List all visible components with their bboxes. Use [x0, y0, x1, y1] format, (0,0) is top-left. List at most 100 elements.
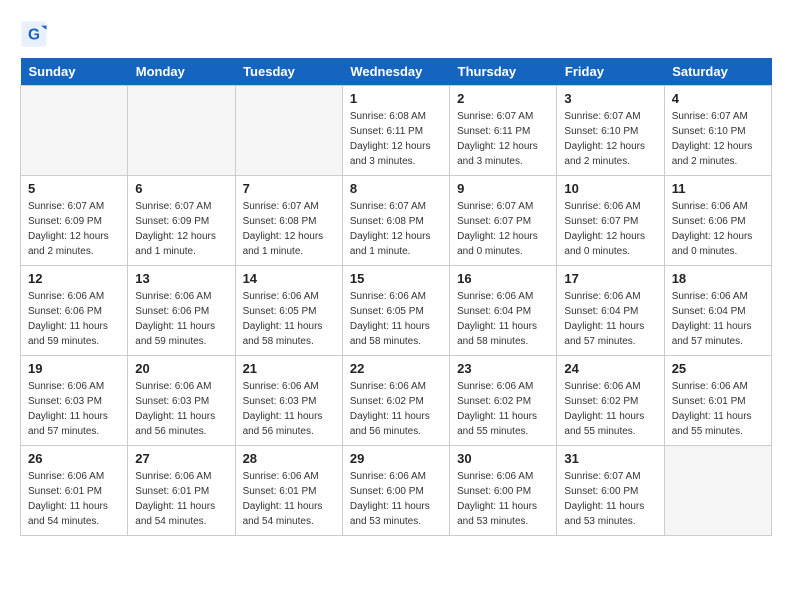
calendar-cell: 11 Sunrise: 6:06 AM Sunset: 6:06 PM Dayli…: [664, 176, 771, 266]
day-header-thursday: Thursday: [450, 58, 557, 86]
calendar-week-1: 5Sunrise: 6:07 AM Sunset: 6:09 PM Daylig…: [21, 176, 772, 266]
logo-icon: G: [20, 20, 48, 48]
day-info: Sunrise: 6:06 AM Sunset: 6:03 PM Dayligh…: [243, 379, 335, 439]
calendar-cell: 24 Sunrise: 6:06 AM Sunset: 6:02 PM Dayli…: [557, 356, 664, 446]
day-info: Sunrise: 6:06 AM Sunset: 6:03 PM Dayligh…: [28, 379, 120, 439]
day-number: 1: [350, 91, 442, 106]
calendar-cell: 6Sunrise: 6:07 AM Sunset: 6:09 PM Daylig…: [128, 176, 235, 266]
day-header-tuesday: Tuesday: [235, 58, 342, 86]
calendar-cell: 23 Sunrise: 6:06 AM Sunset: 6:02 PM Dayli…: [450, 356, 557, 446]
day-header-saturday: Saturday: [664, 58, 771, 86]
calendar-cell: 20 Sunrise: 6:06 AM Sunset: 6:03 PM Dayli…: [128, 356, 235, 446]
day-number: 29: [350, 451, 442, 466]
calendar-cell: 3 Sunrise: 6:07 AM Sunset: 6:10 PM Daylig…: [557, 86, 664, 176]
day-number: 19: [28, 361, 120, 376]
day-header-friday: Friday: [557, 58, 664, 86]
calendar-cell: 7Sunrise: 6:07 AM Sunset: 6:08 PM Daylig…: [235, 176, 342, 266]
calendar-cell: 14 Sunrise: 6:06 AM Sunset: 6:05 PM Dayli…: [235, 266, 342, 356]
calendar-cell: 18 Sunrise: 6:06 AM Sunset: 6:04 PM Dayli…: [664, 266, 771, 356]
calendar-week-4: 26 Sunrise: 6:06 AM Sunset: 6:01 PM Dayli…: [21, 446, 772, 536]
day-number: 23: [457, 361, 549, 376]
calendar-cell: 15 Sunrise: 6:06 AM Sunset: 6:05 PM Dayli…: [342, 266, 449, 356]
day-info: Sunrise: 6:06 AM Sunset: 6:01 PM Dayligh…: [243, 469, 335, 529]
day-info: Sunrise: 6:06 AM Sunset: 6:00 PM Dayligh…: [350, 469, 442, 529]
day-info: Sunrise: 6:06 AM Sunset: 6:01 PM Dayligh…: [672, 379, 764, 439]
calendar-week-0: 1 Sunrise: 6:08 AM Sunset: 6:11 PM Daylig…: [21, 86, 772, 176]
calendar-cell: 9 Sunrise: 6:07 AM Sunset: 6:07 PM Daylig…: [450, 176, 557, 266]
day-info: Sunrise: 6:07 AM Sunset: 6:08 PM Dayligh…: [350, 199, 442, 259]
day-number: 24: [564, 361, 656, 376]
calendar-header: SundayMondayTuesdayWednesdayThursdayFrid…: [21, 58, 772, 86]
day-number: 8: [350, 181, 442, 196]
calendar-cell: 5Sunrise: 6:07 AM Sunset: 6:09 PM Daylig…: [21, 176, 128, 266]
day-number: 11: [672, 181, 764, 196]
day-info: Sunrise: 6:08 AM Sunset: 6:11 PM Dayligh…: [350, 109, 442, 169]
day-info: Sunrise: 6:06 AM Sunset: 6:06 PM Dayligh…: [672, 199, 764, 259]
calendar-cell: 21 Sunrise: 6:06 AM Sunset: 6:03 PM Dayli…: [235, 356, 342, 446]
calendar-cell: 22Sunrise: 6:06 AM Sunset: 6:02 PM Dayli…: [342, 356, 449, 446]
calendar-cell: 30Sunrise: 6:06 AM Sunset: 6:00 PM Dayli…: [450, 446, 557, 536]
day-number: 13: [135, 271, 227, 286]
calendar-cell: [235, 86, 342, 176]
calendar-cell: 27Sunrise: 6:06 AM Sunset: 6:01 PM Dayli…: [128, 446, 235, 536]
day-number: 3: [564, 91, 656, 106]
page-header: G: [20, 20, 772, 48]
day-number: 26: [28, 451, 120, 466]
day-info: Sunrise: 6:06 AM Sunset: 6:02 PM Dayligh…: [564, 379, 656, 439]
day-number: 31: [564, 451, 656, 466]
calendar-cell: 2 Sunrise: 6:07 AM Sunset: 6:11 PM Daylig…: [450, 86, 557, 176]
calendar-cell: 29 Sunrise: 6:06 AM Sunset: 6:00 PM Dayli…: [342, 446, 449, 536]
day-info: Sunrise: 6:06 AM Sunset: 6:07 PM Dayligh…: [564, 199, 656, 259]
calendar-cell: 13 Sunrise: 6:06 AM Sunset: 6:06 PM Dayli…: [128, 266, 235, 356]
day-info: Sunrise: 6:06 AM Sunset: 6:05 PM Dayligh…: [350, 289, 442, 349]
day-info: Sunrise: 6:07 AM Sunset: 6:10 PM Dayligh…: [564, 109, 656, 169]
day-number: 28: [243, 451, 335, 466]
calendar-week-3: 19 Sunrise: 6:06 AM Sunset: 6:03 PM Dayli…: [21, 356, 772, 446]
calendar-cell: [128, 86, 235, 176]
calendar-table: SundayMondayTuesdayWednesdayThursdayFrid…: [20, 58, 772, 536]
calendar-cell: 16 Sunrise: 6:06 AM Sunset: 6:04 PM Dayli…: [450, 266, 557, 356]
logo: G: [20, 20, 50, 48]
day-number: 14: [243, 271, 335, 286]
calendar-body: 1 Sunrise: 6:08 AM Sunset: 6:11 PM Daylig…: [21, 86, 772, 536]
day-info: Sunrise: 6:07 AM Sunset: 6:09 PM Dayligh…: [28, 199, 120, 259]
day-number: 10: [564, 181, 656, 196]
day-info: Sunrise: 6:07 AM Sunset: 6:07 PM Dayligh…: [457, 199, 549, 259]
calendar-cell: 4 Sunrise: 6:07 AM Sunset: 6:10 PM Daylig…: [664, 86, 771, 176]
day-number: 17: [564, 271, 656, 286]
calendar-cell: 28 Sunrise: 6:06 AM Sunset: 6:01 PM Dayli…: [235, 446, 342, 536]
calendar-week-2: 12 Sunrise: 6:06 AM Sunset: 6:06 PM Dayli…: [21, 266, 772, 356]
day-number: 15: [350, 271, 442, 286]
day-info: Sunrise: 6:06 AM Sunset: 6:02 PM Dayligh…: [457, 379, 549, 439]
day-info: Sunrise: 6:06 AM Sunset: 6:04 PM Dayligh…: [672, 289, 764, 349]
day-info: Sunrise: 6:06 AM Sunset: 6:05 PM Dayligh…: [243, 289, 335, 349]
day-info: Sunrise: 6:06 AM Sunset: 6:03 PM Dayligh…: [135, 379, 227, 439]
calendar-cell: 12Sunrise: 6:06 AM Sunset: 6:06 PM Dayli…: [21, 266, 128, 356]
day-header-wednesday: Wednesday: [342, 58, 449, 86]
day-header-sunday: Sunday: [21, 58, 128, 86]
day-number: 21: [243, 361, 335, 376]
day-number: 16: [457, 271, 549, 286]
day-number: 2: [457, 91, 549, 106]
calendar-cell: 25Sunrise: 6:06 AM Sunset: 6:01 PM Dayli…: [664, 356, 771, 446]
day-number: 30: [457, 451, 549, 466]
day-info: Sunrise: 6:07 AM Sunset: 6:11 PM Dayligh…: [457, 109, 549, 169]
calendar-cell: 10 Sunrise: 6:06 AM Sunset: 6:07 PM Dayli…: [557, 176, 664, 266]
calendar-cell: 8 Sunrise: 6:07 AM Sunset: 6:08 PM Daylig…: [342, 176, 449, 266]
calendar-cell: 1 Sunrise: 6:08 AM Sunset: 6:11 PM Daylig…: [342, 86, 449, 176]
day-number: 12: [28, 271, 120, 286]
day-number: 4: [672, 91, 764, 106]
day-info: Sunrise: 6:07 AM Sunset: 6:10 PM Dayligh…: [672, 109, 764, 169]
day-number: 20: [135, 361, 227, 376]
day-info: Sunrise: 6:06 AM Sunset: 6:01 PM Dayligh…: [135, 469, 227, 529]
day-info: Sunrise: 6:07 AM Sunset: 6:00 PM Dayligh…: [564, 469, 656, 529]
day-info: Sunrise: 6:06 AM Sunset: 6:01 PM Dayligh…: [28, 469, 120, 529]
day-info: Sunrise: 6:06 AM Sunset: 6:04 PM Dayligh…: [457, 289, 549, 349]
day-number: 18: [672, 271, 764, 286]
svg-text:G: G: [28, 27, 40, 44]
day-info: Sunrise: 6:06 AM Sunset: 6:06 PM Dayligh…: [135, 289, 227, 349]
day-number: 22: [350, 361, 442, 376]
day-number: 9: [457, 181, 549, 196]
calendar-cell: 19 Sunrise: 6:06 AM Sunset: 6:03 PM Dayli…: [21, 356, 128, 446]
calendar-cell: 17Sunrise: 6:06 AM Sunset: 6:04 PM Dayli…: [557, 266, 664, 356]
